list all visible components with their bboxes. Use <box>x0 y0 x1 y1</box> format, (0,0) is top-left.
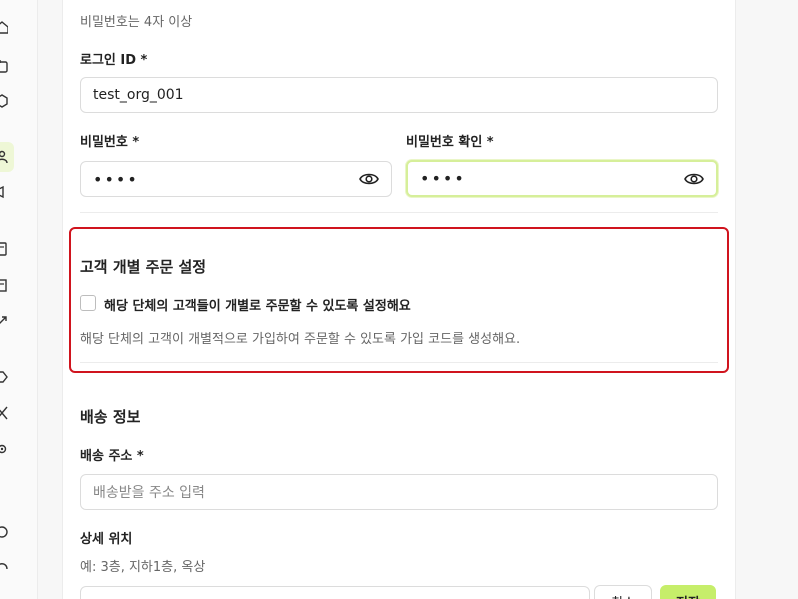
save-button[interactable]: 저장 <box>660 585 716 599</box>
users-icon[interactable] <box>0 150 8 164</box>
divider <box>80 362 718 363</box>
password-confirm-value: •••• <box>420 169 466 188</box>
box-icon[interactable] <box>0 94 8 108</box>
detail-location-label: 상세 위치 <box>80 532 133 547</box>
home-icon[interactable] <box>0 20 8 34</box>
detail-location-hint: 예: 3층, 지하1층, 옥상 <box>80 560 206 575</box>
cancel-button[interactable]: 취소 <box>594 585 652 599</box>
password-hint: 비밀번호는 4자 이상 <box>80 15 193 30</box>
detail-location-input[interactable] <box>80 586 590 599</box>
document-icon[interactable] <box>0 242 8 256</box>
gear-icon[interactable] <box>0 442 8 456</box>
shipping-address-label: 배송 주소 * <box>80 449 144 464</box>
sidebar <box>0 0 38 599</box>
tools-icon[interactable] <box>0 406 8 420</box>
tag-icon[interactable] <box>0 370 8 384</box>
shipping-address-input[interactable]: 배송받을 주소 입력 <box>80 474 718 510</box>
login-id-label: 로그인 ID * <box>80 53 148 68</box>
individual-order-checkbox-label[interactable]: 해당 단체의 고객들이 개별로 주문할 수 있도록 설정해요 <box>104 295 411 314</box>
individual-order-description: 해당 단체의 고객이 개별적으로 가입하여 주문할 수 있도록 가입 코드를 생… <box>80 332 521 347</box>
login-id-value: test_org_001 <box>93 87 184 103</box>
password-confirm-label: 비밀번호 확인 * <box>406 135 494 150</box>
chart-icon[interactable] <box>0 314 8 328</box>
password-confirm-input[interactable]: •••• <box>406 160 718 197</box>
headset-icon[interactable] <box>0 560 8 574</box>
individual-order-checkbox[interactable] <box>80 295 96 311</box>
calendar-icon[interactable] <box>0 59 8 73</box>
eye-icon[interactable] <box>359 169 379 189</box>
divider <box>80 212 718 213</box>
login-id-input[interactable]: test_org_001 <box>80 77 718 113</box>
password-input[interactable]: •••• <box>80 161 392 197</box>
shipping-title: 배송 정보 <box>80 408 141 426</box>
shipping-address-placeholder: 배송받을 주소 입력 <box>93 485 205 501</box>
individual-order-title: 고객 개별 주문 설정 <box>80 258 207 276</box>
eye-icon[interactable] <box>684 169 704 189</box>
password-value: •••• <box>93 169 139 189</box>
help-icon[interactable] <box>0 525 8 539</box>
building-icon[interactable] <box>0 278 8 292</box>
password-label: 비밀번호 * <box>80 135 140 150</box>
megaphone-icon[interactable] <box>0 185 8 199</box>
